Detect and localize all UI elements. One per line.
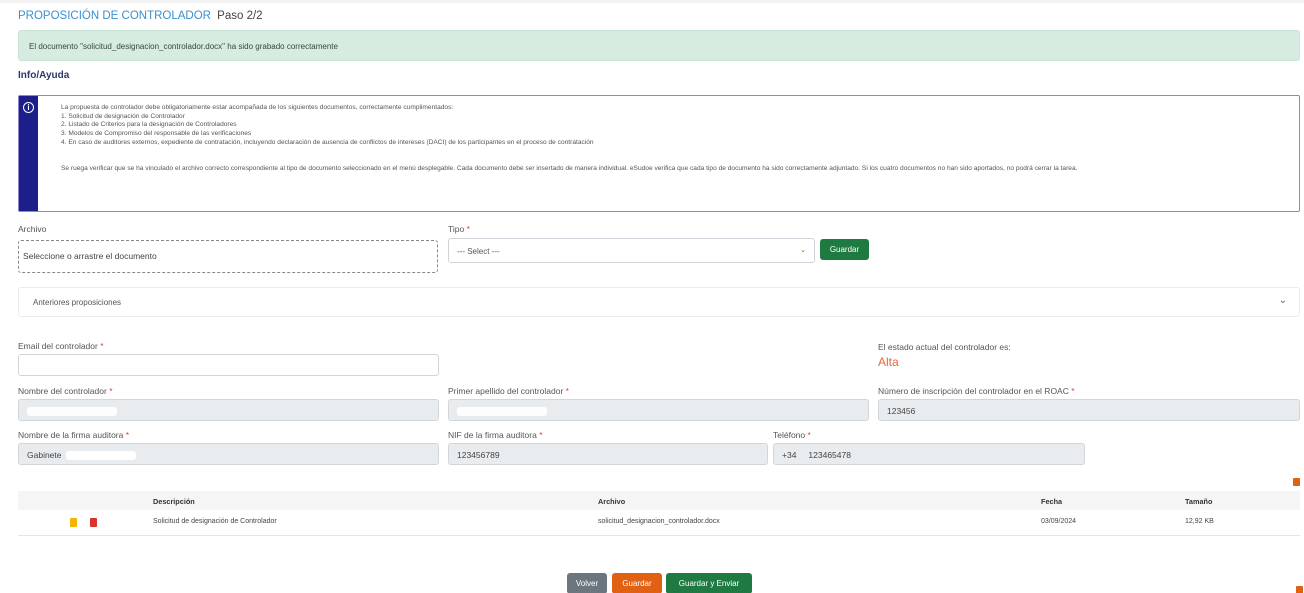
info-intro: La propuesta de controlador debe obligat… bbox=[61, 104, 454, 111]
top-divider bbox=[0, 0, 1304, 3]
nif-field[interactable]: 123456789 bbox=[448, 443, 768, 465]
apellido-label: Primer apellido del controlador * bbox=[448, 386, 569, 396]
email-field[interactable] bbox=[18, 354, 439, 376]
tipo-select[interactable]: --- Select --- ⌄ bbox=[448, 238, 815, 263]
accordion-label: Anteriores proposiciones bbox=[33, 298, 122, 307]
roac-field[interactable]: 123456 bbox=[878, 399, 1300, 421]
info-item: 4. En caso de auditores externos, expedi… bbox=[61, 138, 594, 146]
nif-label: NIF de la firma auditora * bbox=[448, 430, 543, 440]
cell-fecha: 03/09/2024 bbox=[1041, 518, 1077, 525]
phone-value: 123465478 bbox=[808, 450, 851, 460]
back-button[interactable]: Volver bbox=[567, 573, 607, 593]
trash-icon[interactable] bbox=[90, 518, 97, 527]
phone-prefix: +34 bbox=[782, 450, 797, 460]
save-and-send-button[interactable]: Guardar y Enviar bbox=[666, 573, 752, 593]
column-header: Fecha bbox=[1041, 497, 1063, 506]
page-title-main: PROPOSICIÓN DE CONTROLADOR bbox=[18, 10, 211, 22]
redacted-value bbox=[457, 407, 547, 417]
redacted-value bbox=[27, 407, 117, 417]
page-title-step: Paso 2/2 bbox=[217, 10, 263, 22]
roac-label: Número de inscripción del controlador en… bbox=[878, 386, 1075, 396]
help-title: Info/Ayuda bbox=[18, 70, 70, 81]
telefono-label: Teléfono * bbox=[773, 430, 811, 440]
info-item: 1. Solicitud de designación de Controlad… bbox=[61, 112, 185, 120]
export-icon[interactable] bbox=[1293, 478, 1300, 486]
nombre-label: Nombre del controlador * bbox=[18, 386, 113, 396]
status-value: Alta bbox=[878, 355, 899, 369]
archivo-label: Archivo bbox=[18, 224, 47, 234]
info-item: 3. Modelos de Compromiso del responsable… bbox=[61, 130, 252, 138]
info-box: i La propuesta de controlador debe oblig… bbox=[18, 95, 1300, 212]
column-header: Tamaño bbox=[1185, 497, 1213, 506]
download-file-icon[interactable] bbox=[70, 518, 77, 527]
column-header: Archivo bbox=[598, 497, 626, 506]
table-row: Solicitud de designación de Controlador … bbox=[18, 510, 1300, 536]
info-icon: i bbox=[23, 102, 34, 113]
page-title: PROPOSICIÓN DE CONTROLADOR Paso 2/2 bbox=[18, 10, 263, 22]
chevron-down-icon: ⌄ bbox=[800, 247, 806, 254]
column-header: Descripción bbox=[153, 497, 195, 506]
apellido-field[interactable] bbox=[448, 399, 869, 421]
accordion-previous[interactable]: Anteriores proposiciones ⌄ bbox=[18, 287, 1300, 317]
table-header: Descripción Archivo Fecha Tamaño bbox=[18, 491, 1300, 510]
cell-archivo: solicitud_designacion_controlador.docx bbox=[598, 518, 720, 525]
tipo-label: Tipo * bbox=[448, 224, 470, 234]
firma-field[interactable]: Gabinete bbox=[18, 443, 439, 465]
cell-descripcion: Solicitud de designación de Controlador bbox=[153, 518, 277, 525]
info-note: Se ruega verificar que se ha vinculado e… bbox=[61, 164, 1078, 172]
page: PROPOSICIÓN DE CONTROLADOR Paso 2/2 El d… bbox=[0, 0, 1304, 593]
firma-value: Gabinete bbox=[27, 450, 62, 460]
save-button[interactable]: Guardar bbox=[612, 573, 662, 593]
info-text: La propuesta de controlador debe obligat… bbox=[61, 104, 1293, 173]
info-bar: i bbox=[19, 96, 38, 211]
corner-icon bbox=[1296, 586, 1303, 593]
chevron-down-icon: ⌄ bbox=[1278, 295, 1287, 306]
telefono-field[interactable]: +34 123465478 bbox=[773, 443, 1085, 465]
tipo-select-value: --- Select --- bbox=[457, 247, 500, 256]
upload-save-button[interactable]: Guardar bbox=[820, 239, 869, 260]
info-item: 2. Listado de Criterios para la designac… bbox=[61, 121, 237, 129]
nombre-field[interactable] bbox=[18, 399, 439, 421]
estado-label: El estado actual del controlador es: bbox=[878, 342, 1011, 352]
success-alert: El documento "solicitud_designacion_cont… bbox=[18, 30, 1300, 61]
file-dropzone[interactable]: Seleccione o arrastre el documento bbox=[18, 240, 438, 273]
email-label: Email del controlador * bbox=[18, 341, 104, 351]
cell-tamano: 12,92 KB bbox=[1185, 518, 1214, 525]
firma-label: Nombre de la firma auditora * bbox=[18, 430, 130, 440]
redacted-value bbox=[65, 451, 136, 461]
